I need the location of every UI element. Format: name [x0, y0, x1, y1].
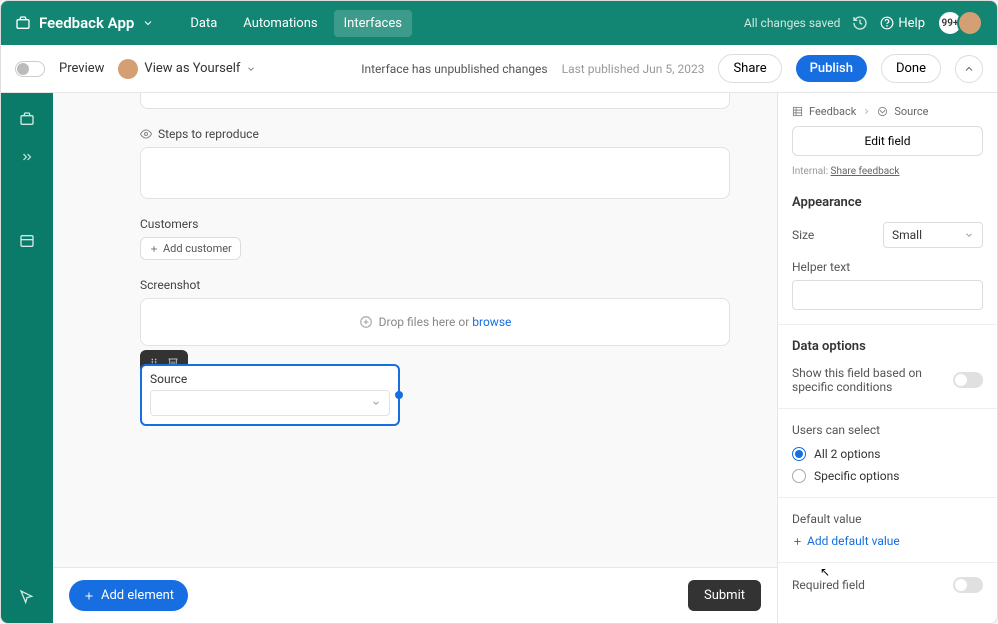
- eye-off-icon: [140, 128, 152, 140]
- nav-interfaces[interactable]: Interfaces: [334, 10, 412, 37]
- rail-layout-icon[interactable]: [11, 225, 43, 257]
- required-label: Required field: [792, 578, 865, 592]
- avatar-icon: [118, 59, 138, 79]
- plus-icon: [792, 536, 803, 547]
- rail-pages-icon[interactable]: [11, 103, 43, 135]
- save-status: All changes saved: [744, 16, 840, 30]
- canvas-footer: Add element Submit: [53, 567, 777, 623]
- internal-note: Internal: Share feedback: [792, 166, 983, 177]
- share-button[interactable]: Share: [718, 54, 781, 83]
- browse-link[interactable]: browse: [472, 315, 511, 329]
- plus-icon: [149, 244, 159, 254]
- help-button[interactable]: Help: [880, 16, 925, 31]
- field-label: Source: [150, 372, 390, 386]
- avatar-stack[interactable]: 99+: [937, 10, 983, 36]
- chevron-down-icon: [371, 398, 381, 408]
- left-rail: [1, 93, 53, 623]
- conditions-toggle[interactable]: [953, 372, 983, 388]
- share-feedback-link[interactable]: Share feedback: [831, 166, 900, 177]
- add-element-button[interactable]: Add element: [69, 580, 188, 611]
- helper-text-label: Helper text: [792, 260, 983, 274]
- users-select-label: Users can select: [792, 423, 983, 437]
- avatar: [957, 10, 983, 36]
- field-label: Customers: [140, 217, 730, 231]
- nav-automations[interactable]: Automations: [233, 10, 327, 37]
- field-label: Screenshot: [140, 278, 730, 292]
- default-value-label: Default value: [792, 512, 983, 526]
- attachment-icon: [359, 315, 373, 329]
- subbar: Preview View as Yourself Interface has u…: [1, 45, 997, 93]
- preview-toggle[interactable]: [15, 61, 45, 77]
- app-title[interactable]: Feedback App: [15, 14, 154, 32]
- radio-icon: [792, 447, 806, 461]
- required-toggle[interactable]: [953, 577, 983, 593]
- helper-text-input[interactable]: [792, 280, 983, 310]
- topbar: Feedback App Data Automations Interfaces…: [1, 1, 997, 45]
- edit-field-button[interactable]: Edit field: [792, 126, 983, 156]
- view-as-menu[interactable]: View as Yourself: [118, 59, 256, 79]
- field-label: Steps to reproduce: [140, 127, 730, 141]
- breadcrumb: Feedback Source: [792, 105, 983, 118]
- size-select[interactable]: Small: [883, 222, 983, 248]
- size-label: Size: [792, 228, 814, 242]
- section-appearance: Appearance: [792, 195, 983, 210]
- rail-expand-icon[interactable]: [11, 141, 43, 173]
- crumb-source: Source: [894, 105, 928, 118]
- section-data-options: Data options: [792, 339, 983, 354]
- publish-button[interactable]: Publish: [796, 55, 867, 82]
- conditions-label: Show this field based on specific condit…: [792, 366, 945, 394]
- right-panel: Feedback Source Edit field Internal: Sha…: [777, 93, 997, 623]
- base-icon: [15, 15, 31, 31]
- radio-icon: [792, 469, 806, 483]
- history-icon[interactable]: [852, 15, 868, 31]
- resize-handle[interactable]: [395, 391, 403, 399]
- chevron-right-icon: [862, 107, 871, 116]
- done-button[interactable]: Done: [881, 54, 941, 83]
- plus-icon: [83, 590, 95, 602]
- add-customer-button[interactable]: Add customer: [140, 237, 241, 260]
- select-icon: [877, 106, 888, 117]
- text-input[interactable]: [140, 93, 730, 109]
- radio-specific-options[interactable]: Specific options: [792, 469, 983, 483]
- steps-textarea[interactable]: [140, 147, 730, 199]
- chevron-down-icon[interactable]: [142, 17, 154, 29]
- file-drop-zone[interactable]: Drop files here or browse: [140, 298, 730, 346]
- top-nav: Data Automations Interfaces: [180, 10, 412, 37]
- publish-status: Interface has unpublished changes: [361, 62, 547, 76]
- canvas: Steps to reproduce Customers Add custome…: [53, 93, 777, 623]
- crumb-feedback[interactable]: Feedback: [809, 105, 856, 118]
- last-published: Last published Jun 5, 2023: [562, 62, 705, 76]
- rail-cursor-icon[interactable]: [11, 581, 43, 613]
- chevron-down-icon: [246, 64, 256, 74]
- source-select[interactable]: [150, 390, 390, 416]
- source-field-selected[interactable]: Source: [140, 364, 400, 426]
- nav-data[interactable]: Data: [180, 10, 227, 37]
- add-default-value-link[interactable]: Add default value: [792, 534, 983, 548]
- grid-icon: [792, 106, 803, 117]
- collapse-panel-button[interactable]: [955, 55, 983, 83]
- submit-button: Submit: [688, 580, 761, 611]
- radio-all-options[interactable]: All 2 options: [792, 447, 983, 461]
- chevron-down-icon: [964, 230, 974, 240]
- preview-label: Preview: [59, 61, 104, 76]
